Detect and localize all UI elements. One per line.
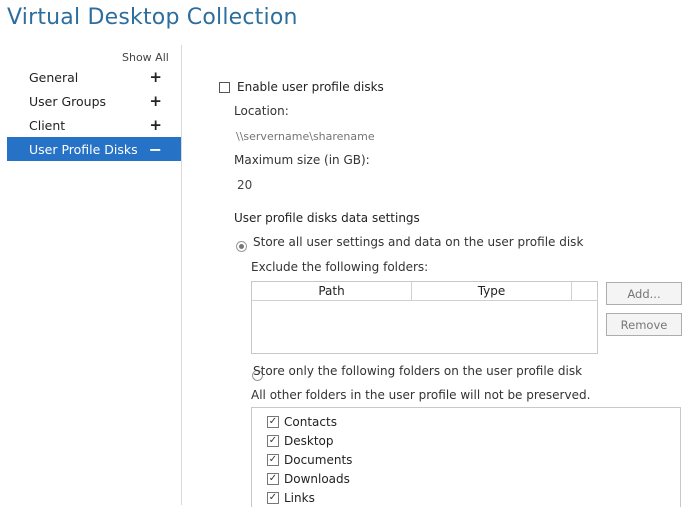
column-header-path[interactable]: Path	[251, 281, 412, 301]
table-header-row: Path Type	[251, 281, 598, 301]
expand-icon[interactable]: +	[149, 116, 162, 134]
page-title: Virtual Desktop Collection	[7, 5, 298, 30]
sidebar-item-client[interactable]: Client +	[7, 113, 182, 137]
enable-profile-disks-checkbox[interactable]	[219, 82, 230, 93]
max-size-label: Maximum size (in GB):	[234, 153, 370, 167]
table-empty-row	[252, 301, 598, 354]
sidebar-divider	[181, 45, 182, 505]
show-all-link[interactable]: Show All	[122, 51, 169, 64]
store-all-label: Store all user settings and data on the …	[253, 235, 584, 249]
list-item[interactable]: ✓ Downloads	[267, 472, 350, 486]
main-panel: Enable user profile disks Location: Maxi…	[0, 0, 682, 507]
collapse-icon[interactable]: −	[149, 140, 162, 159]
expand-icon[interactable]: +	[149, 68, 162, 86]
not-preserved-note: All other folders in the user profile wi…	[251, 388, 591, 402]
excluded-folders-table[interactable]: Path Type	[251, 281, 598, 354]
folder-label: Desktop	[284, 434, 334, 448]
sidebar-nav: General + User Groups + Client + User Pr…	[7, 65, 182, 161]
settings-heading: User profile disks data settings	[234, 211, 420, 225]
column-header-extra	[571, 281, 598, 301]
list-item[interactable]: ✓ Desktop	[267, 434, 334, 448]
checkbox-checked-icon[interactable]: ✓	[267, 473, 279, 485]
folder-list[interactable]: ✓ Contacts ✓ Desktop ✓ Documents ✓ Downl…	[251, 407, 681, 507]
list-item[interactable]: ✓ Documents	[267, 453, 352, 467]
location-field[interactable]	[236, 126, 596, 146]
max-size-field[interactable]: 20	[237, 178, 252, 192]
folder-label: Documents	[284, 453, 353, 467]
checkbox-checked-icon[interactable]: ✓	[267, 435, 279, 447]
location-label: Location:	[234, 104, 289, 118]
sidebar-item-user-groups[interactable]: User Groups +	[7, 89, 182, 113]
store-only-label: Store only the following folders on the …	[253, 364, 583, 378]
column-header-type[interactable]: Type	[411, 281, 572, 301]
checkbox-checked-icon[interactable]: ✓	[267, 454, 279, 466]
remove-button[interactable]: Remove	[606, 313, 682, 336]
exclude-label: Exclude the following folders:	[251, 260, 429, 274]
add-button[interactable]: Add...	[606, 282, 682, 305]
sidebar-item-user-profile-disks[interactable]: User Profile Disks −	[7, 137, 182, 161]
list-item[interactable]: ✓ Contacts	[267, 415, 337, 429]
sidebar-item-general[interactable]: General +	[7, 65, 182, 89]
checkbox-checked-icon[interactable]: ✓	[267, 492, 279, 504]
checkbox-checked-icon[interactable]: ✓	[267, 416, 279, 428]
sidebar-item-label: General	[29, 69, 79, 85]
enable-profile-disks-label: Enable user profile disks	[237, 80, 384, 94]
sidebar-item-label: User Groups	[29, 93, 107, 109]
folder-label: Downloads	[284, 472, 350, 486]
folder-label: Contacts	[284, 415, 337, 429]
sidebar-item-label: User Profile Disks	[29, 141, 138, 157]
expand-icon[interactable]: +	[149, 92, 162, 110]
store-all-radio[interactable]	[236, 241, 247, 252]
sidebar-item-label: Client	[29, 117, 66, 133]
